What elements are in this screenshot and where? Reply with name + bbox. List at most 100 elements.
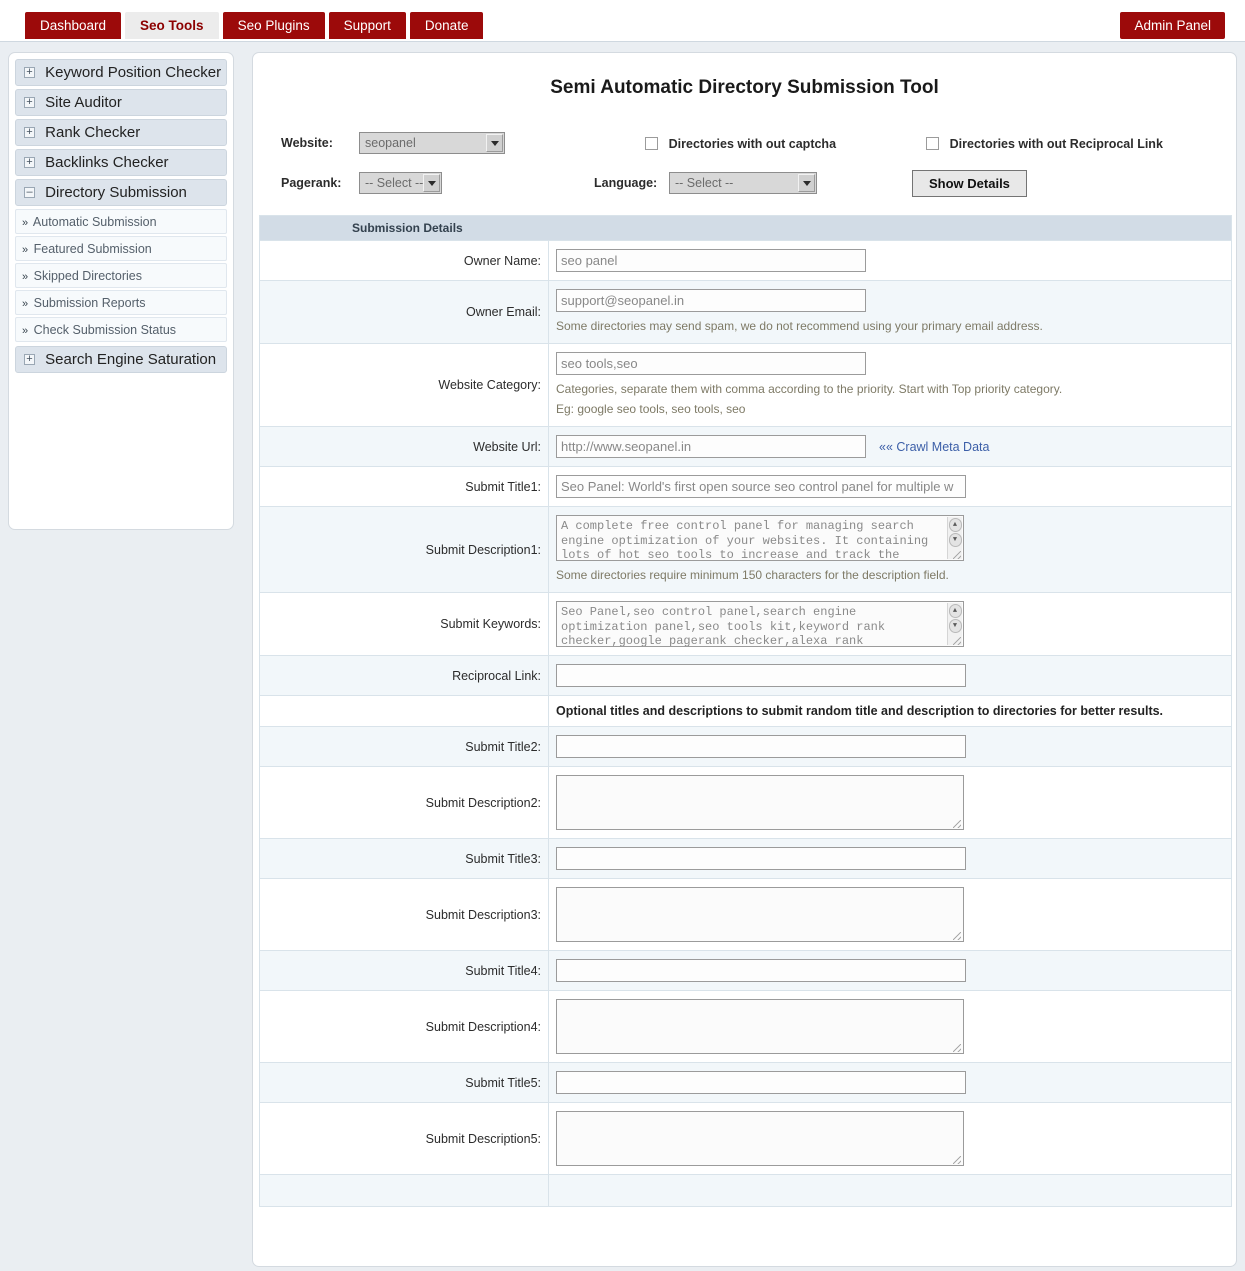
sidebar-item-label: Site Auditor [45,94,122,111]
filter-row-bottom: Pagerank: -- Select -- Language: -- Sele… [281,163,1208,203]
submit-title5-label: Submit Title5: [259,1062,549,1103]
checkbox-no-reciprocal-link[interactable] [926,136,940,150]
submit-description4-label: Submit Description4: [259,990,549,1063]
table-row: Submit Title1: [259,466,1232,507]
double-chevron-right-icon: » [22,298,28,310]
sidebar-subitem-label: Skipped Directories [33,269,142,283]
tab-seo-plugins[interactable]: Seo Plugins [222,12,325,39]
owner-email-input[interactable] [556,289,866,312]
sidebar: + Keyword Position Checker + Site Audito… [8,52,234,530]
submit-description5-textarea[interactable] [556,1111,964,1166]
website-url-label: Website Url: [259,426,549,467]
resize-handle-icon[interactable] [953,932,961,940]
website-category-label: Website Category: [259,343,549,427]
table-row-note: Optional titles and descriptions to subm… [259,695,1232,727]
table-row: Reciprocal Link: [259,655,1232,696]
submit-title2-label: Submit Title2: [259,726,549,767]
submit-description2-textarea[interactable] [556,775,964,830]
pagerank-select[interactable]: -- Select -- [359,172,442,194]
scroll-up-icon[interactable]: ▲ [948,604,962,618]
reciprocal-link-label: Reciprocal Link: [259,655,549,696]
chevron-down-icon [798,174,815,192]
table-row: Submit Description3: [259,878,1232,951]
show-details-button[interactable]: Show Details [912,169,1027,197]
sidebar-item-label: Directory Submission [45,184,187,201]
scroll-down-icon[interactable]: ▼ [948,533,962,547]
resize-handle-icon[interactable] [953,637,961,645]
sidebar-subitem-label: Automatic Submission [32,215,157,229]
owner-name-label: Owner Name: [259,240,549,281]
table-row: Submit Description1: A complete free con… [259,506,1232,593]
owner-name-input[interactable] [556,249,866,272]
scroll-up-icon[interactable]: ▲ [948,518,962,532]
double-chevron-right-icon: » [22,217,28,229]
sidebar-item-label: Backlinks Checker [45,154,169,171]
sidebar-item-automatic-submission[interactable]: » Automatic Submission [15,209,227,234]
submit-description3-textarea[interactable] [556,887,964,942]
table-row: Submit Title3: [259,838,1232,879]
sidebar-item-keyword-position-checker[interactable]: + Keyword Position Checker [15,59,227,86]
sidebar-subitem-label: Submission Reports [33,296,146,310]
tab-donate[interactable]: Donate [409,12,484,39]
resize-handle-icon[interactable] [953,1044,961,1052]
submit-title3-input[interactable] [556,847,966,870]
sidebar-item-site-auditor[interactable]: + Site Auditor [15,89,227,116]
main-content-panel: Semi Automatic Directory Submission Tool… [252,52,1237,1267]
tab-support[interactable]: Support [328,12,406,39]
submit-title5-input[interactable] [556,1071,966,1094]
scroll-down-icon[interactable]: ▼ [948,619,962,633]
admin-panel-button[interactable]: Admin Panel [1120,12,1225,39]
sidebar-item-rank-checker[interactable]: + Rank Checker [15,119,227,146]
sidebar-item-check-submission-status[interactable]: » Check Submission Status [15,317,227,342]
chevron-down-icon [423,174,440,192]
pagerank-select-value: -- Select -- [365,176,424,190]
checkbox-no-captcha[interactable] [645,136,658,150]
checkbox-no-reciprocal-wrapper[interactable]: Directories with out Reciprocal Link [926,136,1163,151]
submit-title4-input[interactable] [556,959,966,982]
language-select[interactable]: -- Select -- [669,172,817,194]
submit-description1-text: A complete free control panel for managi… [561,519,936,561]
website-url-input[interactable] [556,435,866,458]
sidebar-item-directory-submission[interactable]: – Directory Submission [15,179,227,206]
table-section-header: Submission Details [259,215,1232,241]
sidebar-item-featured-submission[interactable]: » Featured Submission [15,236,227,261]
empty-label-cell [259,695,549,727]
table-row: Owner Name: [259,240,1232,281]
checkbox-no-reciprocal-link-label: Directories with out Reciprocal Link [949,136,1163,151]
sidebar-item-skipped-directories[interactable]: » Skipped Directories [15,263,227,288]
table-row: Submit Title2: [259,726,1232,767]
checkbox-no-captcha-wrapper[interactable]: Directories with out captcha [645,136,836,151]
submit-title1-input[interactable] [556,475,966,498]
submit-title2-input[interactable] [556,735,966,758]
tab-dashboard[interactable]: Dashboard [25,12,122,39]
website-label: Website: [281,136,333,150]
table-row: Submit Description4: [259,990,1232,1063]
sidebar-subitem-label: Check Submission Status [33,323,177,337]
sidebar-item-search-engine-saturation[interactable]: + Search Engine Saturation [15,346,227,373]
table-row: Submit Description2: [259,766,1232,839]
crawl-meta-data-link[interactable]: «« Crawl Meta Data [879,440,989,454]
sidebar-item-backlinks-checker[interactable]: + Backlinks Checker [15,149,227,176]
tab-seo-tools[interactable]: Seo Tools [125,12,219,39]
expand-plus-icon: + [24,354,35,365]
submit-description2-label: Submit Description2: [259,766,549,839]
resize-handle-icon[interactable] [953,551,961,559]
resize-handle-icon[interactable] [953,820,961,828]
table-row: Submit Title4: [259,950,1232,991]
expand-plus-icon: + [24,97,35,108]
reciprocal-link-input[interactable] [556,664,966,687]
submit-description4-textarea[interactable] [556,999,964,1054]
resize-handle-icon[interactable] [953,1156,961,1164]
website-category-input[interactable] [556,352,866,375]
optional-titles-note: Optional titles and descriptions to subm… [556,704,1164,718]
submit-description1-textarea[interactable]: A complete free control panel for managi… [556,515,964,561]
submit-title3-label: Submit Title3: [259,838,549,879]
sidebar-item-submission-reports[interactable]: » Submission Reports [15,290,227,315]
submit-title4-label: Submit Title4: [259,950,549,991]
submit-title1-label: Submit Title1: [259,466,549,507]
table-row: Submit Keywords: Seo Panel,seo control p… [259,592,1232,656]
submission-details-header-label: Submission Details [259,215,1232,241]
submit-keywords-textarea[interactable]: Seo Panel,seo control panel,search engin… [556,601,964,647]
website-select[interactable]: seopanel [359,132,505,154]
website-category-hint-2: Eg: google seo tools, seo tools, seo [556,402,746,416]
